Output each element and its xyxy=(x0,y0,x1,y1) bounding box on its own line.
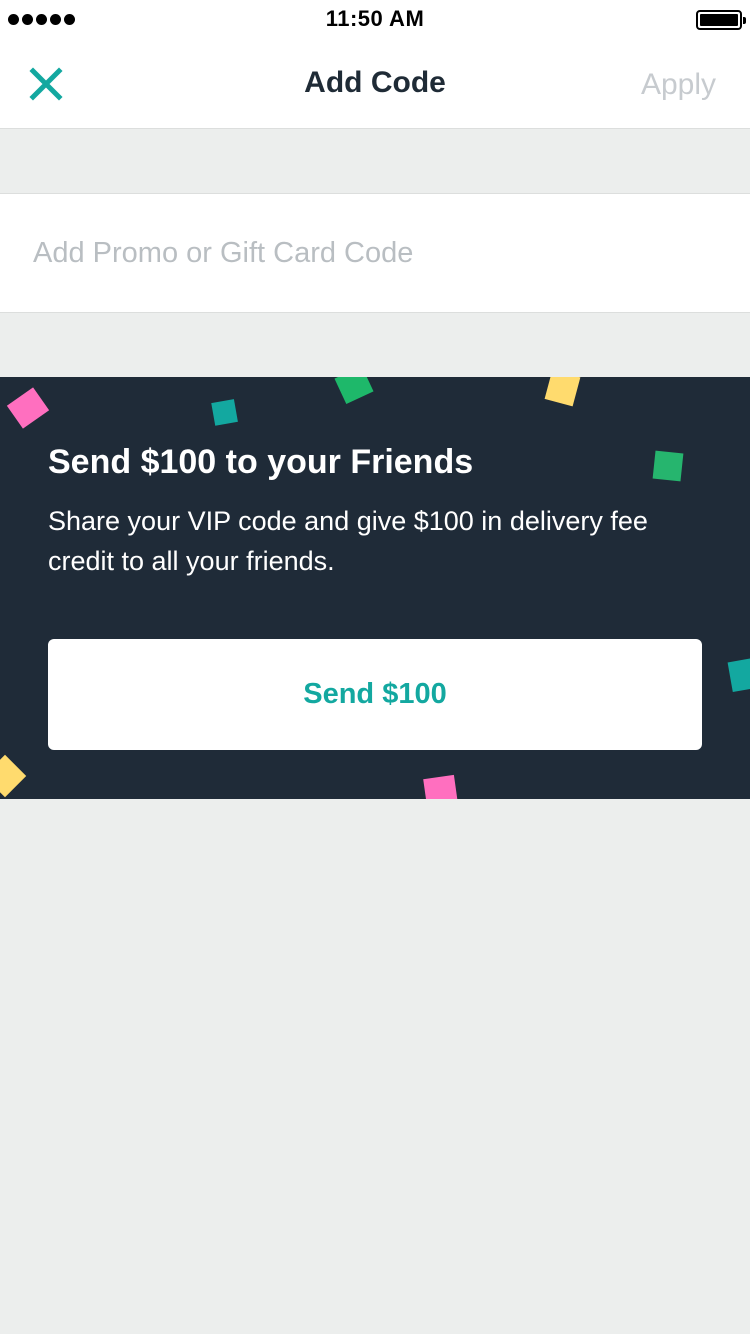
promo-description: Share your VIP code and give $100 in del… xyxy=(48,506,648,576)
referral-banner: Send $100 to your Friends Share your VIP… xyxy=(0,377,750,799)
battery-icon xyxy=(696,10,746,30)
status-time: 11:50 AM xyxy=(325,6,425,31)
status-bar: 11:50 AM xyxy=(0,0,750,40)
promo-title: Send $100 to your Friends xyxy=(48,443,474,481)
page-title: Add Code xyxy=(304,66,446,99)
send-credit-button[interactable]: Send $100 xyxy=(48,639,702,750)
apply-button[interactable]: Apply xyxy=(641,68,716,102)
nav-bar: Add Code Apply xyxy=(0,40,750,129)
promo-code-input[interactable] xyxy=(33,194,723,312)
code-input-row xyxy=(0,193,750,313)
screen: 11:50 AM Add Code Apply Send $ xyxy=(0,0,750,1334)
